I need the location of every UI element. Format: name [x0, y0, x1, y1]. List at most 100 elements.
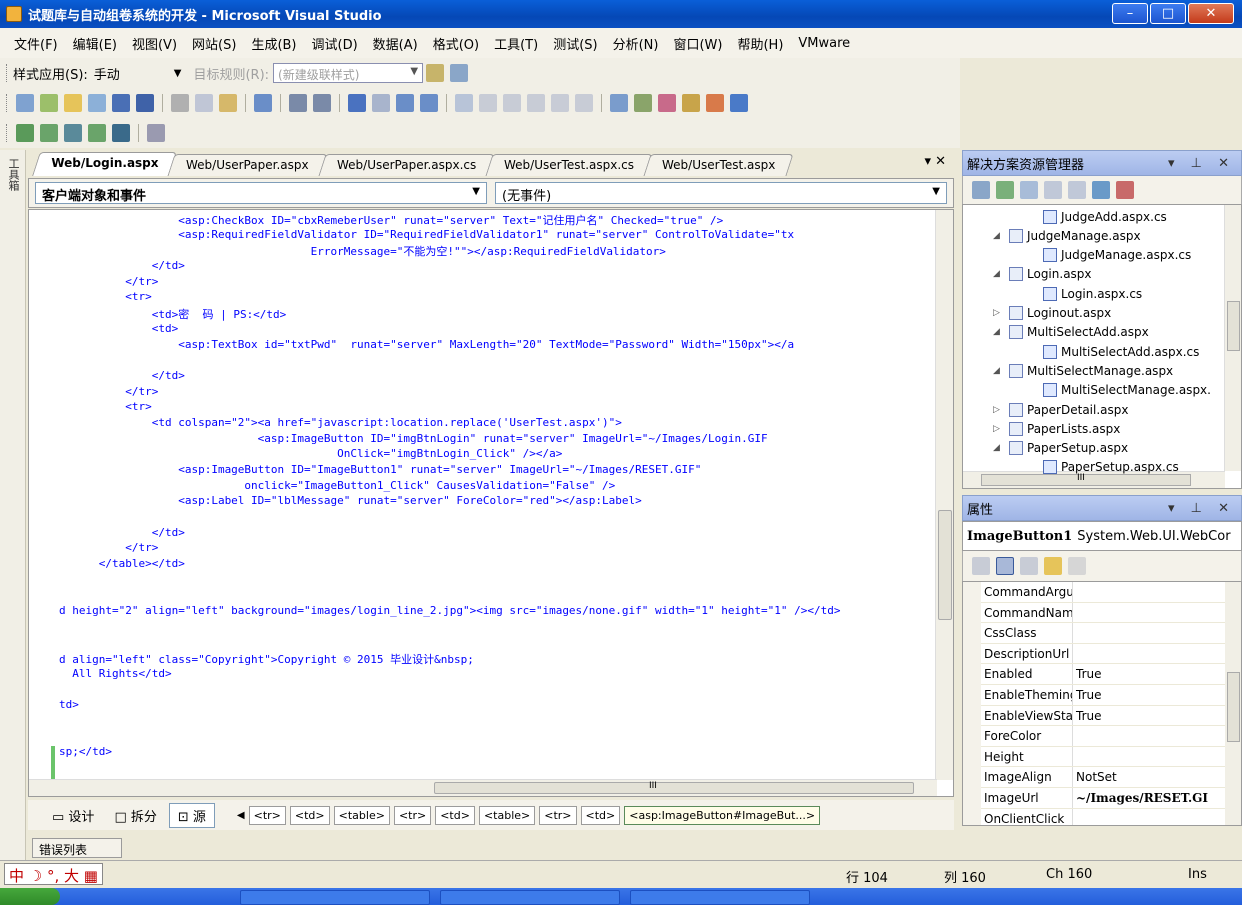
- solution-tree-item[interactable]: ▷ PaperLists.aspx: [993, 419, 1120, 438]
- tree-vertical-scrollbar[interactable]: [1224, 205, 1241, 471]
- solution-tree-item[interactable]: ◢ MultiSelectManage.aspx: [993, 361, 1173, 380]
- close-button[interactable]: ✕: [1188, 3, 1234, 24]
- solution-tree-item[interactable]: Login.aspx.cs: [1043, 284, 1142, 303]
- copy-icon[interactable]: [195, 94, 213, 112]
- properties-view-icon[interactable]: [1020, 557, 1038, 575]
- refresh-icon[interactable]: [996, 181, 1014, 199]
- property-row[interactable]: OnClientClick: [981, 808, 1225, 825]
- save-icon[interactable]: [112, 94, 130, 112]
- scroll-thumb[interactable]: [1227, 672, 1240, 742]
- expanded-arrow-icon[interactable]: ◢: [993, 327, 1003, 337]
- toolbar-grip[interactable]: [6, 64, 9, 82]
- code-line[interactable]: <asp:RequiredFieldValidator ID="Required…: [59, 228, 929, 244]
- solution-tree-item[interactable]: ▷ PaperDetail.aspx: [993, 400, 1128, 419]
- toolbox-icon[interactable]: [682, 94, 700, 112]
- code-line[interactable]: <td>密 码 | PS:</td>: [59, 306, 929, 322]
- code-line[interactable]: </td>: [59, 526, 929, 542]
- solution-tree-item[interactable]: ◢ MultiSelectAdd.aspx: [993, 323, 1149, 342]
- ime-indicator[interactable]: 中 ☽ °, 大 ▦: [4, 863, 103, 885]
- code-line[interactable]: </tr>: [59, 385, 929, 401]
- property-row[interactable]: ImageAlign NotSet: [981, 767, 1225, 788]
- taskbar-item[interactable]: [240, 890, 430, 905]
- scroll-thumb[interactable]: [1227, 301, 1240, 351]
- menu-item[interactable]: 网站(S): [192, 34, 236, 53]
- source-view-button[interactable]: ⊡ 源: [168, 802, 215, 828]
- code-line[interactable]: </table></td>: [59, 557, 929, 573]
- editor-tab[interactable]: Web/UserTest.aspx: [643, 154, 794, 176]
- property-row[interactable]: ImageUrl ~/Images/RESET.GI: [981, 788, 1225, 809]
- code-line[interactable]: </tr>: [59, 541, 929, 557]
- properties-vertical-scrollbar[interactable]: [1224, 582, 1241, 825]
- property-value[interactable]: True: [1073, 685, 1225, 705]
- property-row[interactable]: ForeColor: [981, 726, 1225, 747]
- property-value[interactable]: True: [1073, 664, 1225, 684]
- code-line[interactable]: </td>: [59, 259, 929, 275]
- split-view-button[interactable]: □ 拆分: [106, 804, 164, 827]
- solution-tree-item[interactable]: ▷ Loginout.aspx: [993, 304, 1111, 323]
- chevron-left-icon[interactable]: ◀: [237, 810, 245, 821]
- start-button[interactable]: [0, 888, 60, 905]
- tag-breadcrumb[interactable]: <tr>: [393, 805, 432, 825]
- expanded-arrow-icon[interactable]: ◢: [993, 366, 1003, 376]
- new-project-icon[interactable]: [16, 94, 34, 112]
- cut-icon[interactable]: [171, 94, 189, 112]
- code-line[interactable]: [59, 714, 929, 730]
- editor-vertical-scrollbar[interactable]: [935, 210, 953, 780]
- tag-breadcrumb[interactable]: <table>: [333, 805, 390, 825]
- cancel-build-icon[interactable]: [112, 124, 130, 142]
- property-row[interactable]: EnableViewStat True: [981, 705, 1225, 727]
- tag-breadcrumb[interactable]: <td>: [289, 805, 330, 825]
- solution-tree[interactable]: III JudgeAdd.aspx.cs ◢ JudgeManage.aspx Jud…: [962, 204, 1242, 489]
- property-row[interactable]: CommandName: [981, 602, 1225, 624]
- solution-tree-item[interactable]: MultiSelectAdd.aspx.cs: [1043, 342, 1199, 361]
- collapsed-arrow-icon[interactable]: ▷: [993, 424, 1003, 434]
- tag-breadcrumb[interactable]: <td>: [580, 805, 621, 825]
- toolbar-grip[interactable]: [6, 94, 9, 112]
- property-object-combo[interactable]: ImageButton1 System.Web.UI.WebCor: [962, 521, 1242, 551]
- panel-controls[interactable]: ▾ ⊥ ✕: [1168, 156, 1235, 171]
- properties-icon[interactable]: [972, 181, 990, 199]
- solution-tree-item[interactable]: JudgeManage.aspx.cs: [1043, 246, 1191, 265]
- categorized-icon[interactable]: [972, 557, 990, 575]
- view-designer-icon[interactable]: [1068, 181, 1086, 199]
- editor-tab[interactable]: Web/UserTest.aspx.cs: [485, 154, 653, 176]
- event-combo[interactable]: (无事件) ▼: [495, 182, 947, 204]
- view-code-icon[interactable]: [1044, 181, 1062, 199]
- code-line[interactable]: d align="left" class="Copyright">Copyrig…: [59, 651, 929, 667]
- build-icon[interactable]: [16, 124, 34, 142]
- copy-website-icon[interactable]: [1092, 181, 1110, 199]
- code-line[interactable]: </td>: [59, 369, 929, 385]
- property-value[interactable]: [1073, 726, 1225, 746]
- comment-icon[interactable]: [289, 94, 307, 112]
- scroll-thumb[interactable]: [938, 510, 952, 620]
- property-value[interactable]: [1073, 746, 1225, 767]
- solution-tree-item[interactable]: MultiSelectManage.aspx.: [1043, 381, 1211, 400]
- property-pages-icon[interactable]: [1068, 557, 1086, 575]
- tag-breadcrumb[interactable]: <tr>: [248, 805, 286, 825]
- code-line[interactable]: <asp:TextBox id="txtPwd" runat="server" …: [59, 338, 929, 354]
- alphabetical-icon[interactable]: [996, 557, 1014, 575]
- design-view-button[interactable]: ▭ 设计: [44, 804, 102, 827]
- add-item-icon[interactable]: [40, 94, 58, 112]
- tab-controls[interactable]: ▾ ✕: [924, 154, 946, 169]
- tag-breadcrumb[interactable]: <table>: [478, 805, 536, 825]
- start-debug-icon[interactable]: [455, 94, 473, 112]
- property-value[interactable]: True: [1073, 705, 1225, 726]
- start-page-icon[interactable]: [706, 94, 724, 112]
- property-grid[interactable]: CommandArgur CommandName CssClass Descripti…: [962, 581, 1242, 826]
- property-row[interactable]: Height: [981, 746, 1225, 768]
- expanded-arrow-icon[interactable]: ◢: [993, 443, 1003, 453]
- menu-item[interactable]: 生成(B): [251, 34, 296, 53]
- property-value[interactable]: ~/Images/RESET.GI: [1073, 788, 1225, 808]
- code-line[interactable]: d height="2" align="left" background="im…: [59, 604, 929, 620]
- property-value[interactable]: [1073, 808, 1225, 825]
- code-line[interactable]: OnClick="imgBtnLogin_Click" /></a>: [59, 447, 929, 463]
- editor-tab[interactable]: Web/Login.aspx: [32, 152, 178, 176]
- code-line[interactable]: <td>: [59, 322, 929, 338]
- property-value[interactable]: [1073, 602, 1225, 623]
- code-line[interactable]: [59, 683, 929, 699]
- publish-icon[interactable]: [64, 124, 82, 142]
- step-over-icon[interactable]: [551, 94, 569, 112]
- menu-item[interactable]: 数据(A): [373, 34, 418, 53]
- property-row[interactable]: DescriptionUrl: [981, 643, 1225, 665]
